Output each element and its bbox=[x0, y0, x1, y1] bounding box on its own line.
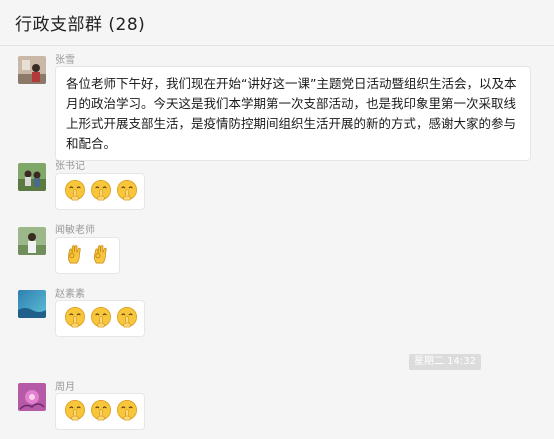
sender-name: 闻敏老师 bbox=[55, 225, 95, 236]
shushing-face-icon bbox=[90, 306, 112, 328]
shushing-face-icon bbox=[90, 179, 112, 201]
shushing-face-icon bbox=[64, 179, 86, 201]
chat-header: 行政支部群 (28) bbox=[0, 0, 554, 46]
shushing-face-icon bbox=[116, 306, 138, 328]
chat-title: 行政支部群 (28) bbox=[15, 15, 146, 35]
ok-hand-icon bbox=[64, 243, 86, 265]
timestamp-badge: 星期二 14:32 bbox=[409, 354, 481, 370]
ok-hand-icon bbox=[90, 243, 112, 265]
avatar[interactable] bbox=[18, 383, 46, 411]
emoji-bubble[interactable] bbox=[55, 393, 145, 430]
avatar[interactable] bbox=[18, 56, 46, 84]
shushing-face-icon bbox=[64, 399, 86, 421]
sender-name: 赵素素 bbox=[55, 289, 85, 300]
sender-name: 张雪 bbox=[55, 55, 75, 66]
shushing-face-icon bbox=[64, 306, 86, 328]
sender-name: 周月 bbox=[55, 382, 75, 393]
shushing-face-icon bbox=[90, 399, 112, 421]
emoji-bubble[interactable] bbox=[55, 300, 145, 337]
avatar[interactable] bbox=[18, 290, 46, 318]
shushing-face-icon bbox=[116, 399, 138, 421]
avatar[interactable] bbox=[18, 227, 46, 255]
message-bubble[interactable]: 各位老师下午好，我们现在开始“讲好这一课”主题党日活动暨组织生活会，以及本月的政… bbox=[55, 66, 531, 161]
shushing-face-icon bbox=[116, 179, 138, 201]
emoji-bubble[interactable] bbox=[55, 237, 120, 274]
avatar[interactable] bbox=[18, 163, 46, 191]
emoji-bubble[interactable] bbox=[55, 173, 145, 210]
sender-name: 张书记 bbox=[55, 161, 85, 172]
